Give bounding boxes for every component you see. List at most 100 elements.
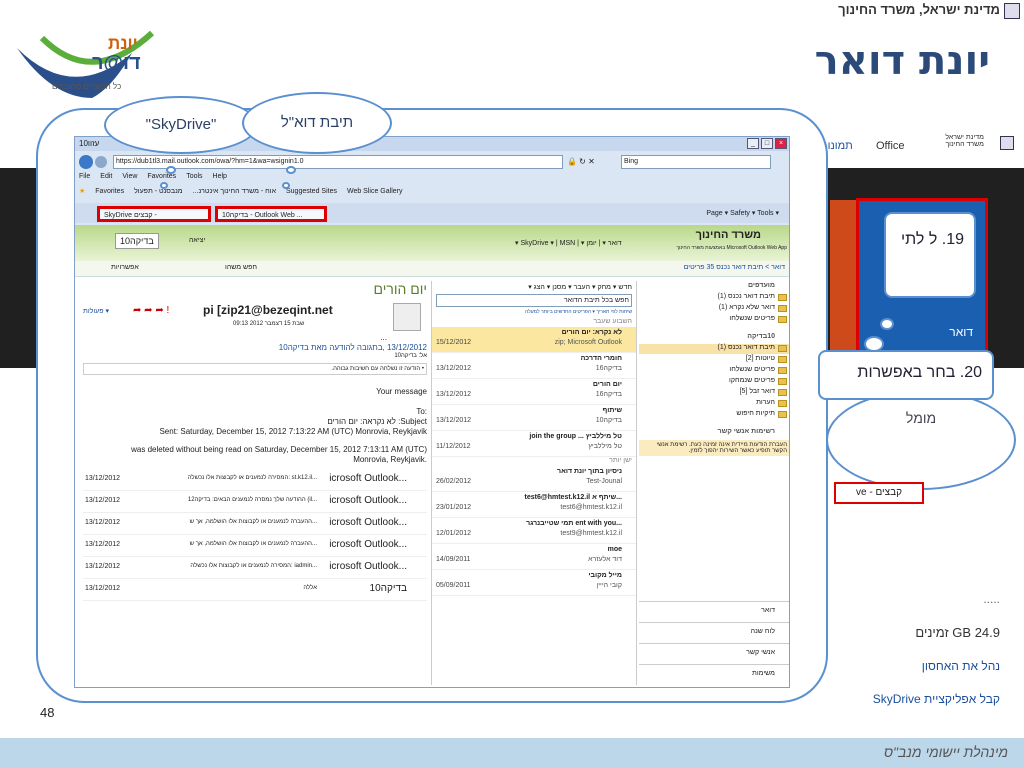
reply-icons[interactable]: ➦ ➦ ➦ ! — [133, 305, 169, 316]
menu-edit[interactable]: Edit — [100, 173, 112, 180]
row-from: icrosoft Outlook... — [329, 473, 407, 484]
folder-item[interactable]: פריטים שנשלחו — [639, 315, 789, 325]
folder-item[interactable]: דואר זבל [5] — [639, 388, 789, 398]
command-bar[interactable]: Page ▾ Safety ▾ Tools ▾ — [706, 209, 779, 217]
your-message: Your message — [376, 387, 427, 396]
menu-file[interactable]: File — [79, 173, 90, 180]
folder-item[interactable]: דואר שלא נקרא (1) — [639, 304, 789, 314]
list-item[interactable]: יום הורים בדיקה16 13/12/2012 — [432, 379, 636, 405]
folder-pane: מועדפים תיבת דואר נכנס (1) דואר שלא נקרא… — [639, 281, 789, 685]
row-subject: ההעברה לנמענים או לקבוצות אלו הושלמה, אך… — [189, 541, 317, 547]
fav-item[interactable]: מנבסנט - תפעול — [134, 188, 183, 195]
row-from: icrosoft Outlook... — [329, 495, 407, 506]
list-item[interactable]: מייל מקובי קובי הייין 05/09/2011 — [432, 570, 636, 596]
lock-icon: 🔒 ↻ ✕ — [567, 157, 595, 166]
nav-calendar[interactable]: יומן — [586, 240, 596, 247]
minimize-icon[interactable]: _ — [747, 138, 759, 149]
menu-favorites[interactable]: Favorites — [147, 173, 176, 180]
options-menu[interactable]: אפשרויות — [111, 264, 139, 271]
table-row[interactable]: icrosoft Outlook... המסירה לנמענים או לקב… — [83, 557, 427, 579]
bottom-nav-calendar[interactable]: לוח שנה — [639, 622, 789, 642]
office-label: Office — [876, 140, 905, 152]
folder-item[interactable]: תיקיות חיפוש — [639, 410, 789, 420]
mail-search-input[interactable]: חפש בכל תיבת הדואר — [436, 294, 632, 307]
nav-mail[interactable]: דואר — [608, 240, 622, 247]
list-item[interactable]: ניסיון בתוך יונת דואר Test-Jounal 26/02/20… — [432, 466, 636, 492]
fav-item[interactable]: Favorites — [95, 188, 124, 195]
reply-note: 13/12/2012 ,בתגובה להודעה מאת בדיקה10 — [278, 343, 427, 352]
forward-icon[interactable] — [95, 156, 107, 168]
find-someone[interactable]: חפש משהו — [225, 264, 257, 271]
fav-item[interactable]: Suggested Sites — [286, 188, 337, 195]
row-subject: אללה — [303, 585, 317, 591]
folder-label: טיוטות [2] — [745, 355, 775, 362]
back-icon[interactable] — [79, 155, 93, 169]
table-row[interactable]: icrosoft Outlook... ההעברה לנמענים או לקב… — [83, 513, 427, 535]
bottom-nav-tasks[interactable]: משימות — [639, 664, 789, 684]
msg-from: חומרי הדרכה — [580, 355, 622, 362]
contacts-title: רשימות אנשי קשר — [717, 428, 775, 435]
folder-item[interactable]: פריטים שנשלחו — [639, 366, 789, 376]
url-input[interactable]: https://dub1tl3.mail.outlook.com/owa/?hm… — [113, 155, 563, 169]
office-bar: תמונות Office מדינת ישראל משרד החינוך — [820, 132, 1024, 162]
bottom-nav-mail[interactable]: דואר — [639, 601, 789, 621]
fav-item[interactable]: Web Slice Gallery — [347, 188, 403, 195]
signout-link[interactable]: יציאה — [189, 237, 205, 244]
msg-date: 26/02/2012 — [436, 478, 472, 485]
table-row[interactable]: icrosoft Outlook... ההעברה לנמענים או לקב… — [83, 535, 427, 557]
maximize-icon[interactable]: □ — [761, 138, 773, 149]
page-title: יונת דואר — [814, 38, 990, 84]
nav-skydrive[interactable]: SkyDrive — [520, 240, 548, 247]
tab-skydrive[interactable]: SkyDrive קבצים - — [97, 206, 211, 222]
manage-storage-link[interactable]: נהל את האחסון — [870, 659, 1000, 673]
tab-owa[interactable]: 10בדיקה - Outlook Web ... — [215, 206, 327, 222]
close-icon[interactable]: × — [775, 138, 787, 149]
owa-header: משרד החינוך Microsoft Outlook Web App בא… — [75, 225, 789, 261]
actions-menu[interactable]: פעולות ▾ — [83, 307, 109, 315]
owa-user[interactable]: 10בדיקה — [115, 233, 159, 249]
nav-msn[interactable]: MSN — [560, 240, 576, 247]
skydrive-files-button[interactable]: קבצים - ve — [834, 482, 924, 504]
menu-tools[interactable]: Tools — [186, 173, 202, 180]
callout-dot — [160, 182, 168, 189]
list-item[interactable]: test6@hmtest.k12.il שיתף א... test6@hmtes… — [432, 492, 636, 518]
menu-help[interactable]: Help — [213, 173, 227, 180]
list-item[interactable]: join the group ... טל מיללביץ טל מיללביץ 1… — [432, 431, 636, 457]
msg-sub: zip; Microsoft Outlook — [554, 339, 622, 346]
list-item[interactable]: שיתוף בדיקה10 13/12/2012 — [432, 405, 636, 431]
list-item[interactable]: חומרי הדרכה בדיקה16 13/12/2012 — [432, 353, 636, 379]
table-row[interactable]: icrosoft Outlook... ההודעה שלך נמסרה לנמע… — [83, 491, 427, 513]
bing-search-input[interactable]: Bing — [621, 155, 771, 169]
msg-from: שיתוף — [602, 407, 622, 414]
get-skydrive-app-link[interactable]: קבל אפליקציית SkyDrive — [870, 692, 1000, 706]
msg-sub: Test-Jounal — [586, 478, 622, 485]
folder-label: תיבת דואר נכנס (1) — [717, 344, 776, 351]
list-toolbar[interactable]: חדש ▾ מחק ▾ העבר ▾ מסנן ▾ הצג ▾ — [432, 281, 636, 293]
folder-item[interactable]: הערות — [639, 399, 789, 409]
msg-from: תמי שטייבנרגר ent with you... — [526, 520, 622, 527]
folder-label: תיקיות חיפוש — [736, 410, 775, 417]
sender-name: pi [zip21@bezeqint.net — [203, 303, 333, 317]
row-date: 13/12/2012 — [85, 585, 121, 592]
msg-date: 15/12/2012 — [436, 339, 472, 346]
sent-time: שבת 15 דצמבר 2012 09:13 — [233, 321, 305, 327]
bottom-nav-contacts[interactable]: אנשי קשר — [639, 643, 789, 663]
list-item[interactable]: תמי שטייבנרגר ent with you... test9@hmtes… — [432, 518, 636, 544]
folder-item[interactable]: פריטים שנמחקו — [639, 377, 789, 387]
menu-view[interactable]: View — [122, 173, 137, 180]
list-item[interactable]: לא נקרא: יום הורים zip; Microsoft Outlook… — [432, 327, 636, 353]
folder-label: תיבת דואר נכנס (1) — [717, 293, 776, 300]
msg-from: test6@hmtest.k12.il שיתף א... — [524, 494, 622, 501]
list-item[interactable]: moe דוד אלעזרא 14/09/2011 — [432, 544, 636, 570]
folder-item[interactable]: תיבת דואר נכנס (1) — [639, 344, 789, 354]
fav-item[interactable]: אוח - משרד החינוך אינטרנ... — [193, 188, 276, 195]
folder-item[interactable]: טיוטות [2] — [639, 355, 789, 365]
sort-bar[interactable]: שיחות לפי תאריך ▾ הפריטים החדשים ביותר ל… — [432, 308, 636, 318]
table-row[interactable]: 10בדיקה אללה 13/12/2012 — [83, 579, 427, 601]
folder-icon — [778, 378, 787, 385]
folder-label: דואר שלא נקרא (1) — [718, 304, 775, 311]
callout-dot — [864, 336, 884, 352]
folder-item[interactable]: תיבת דואר נכנס (1) — [639, 293, 789, 303]
table-row[interactable]: icrosoft Outlook... המסירה לנמענים או לקב… — [83, 469, 427, 491]
ministry-header: מדינת ישראל, משרד החינוך — [760, 2, 1020, 19]
